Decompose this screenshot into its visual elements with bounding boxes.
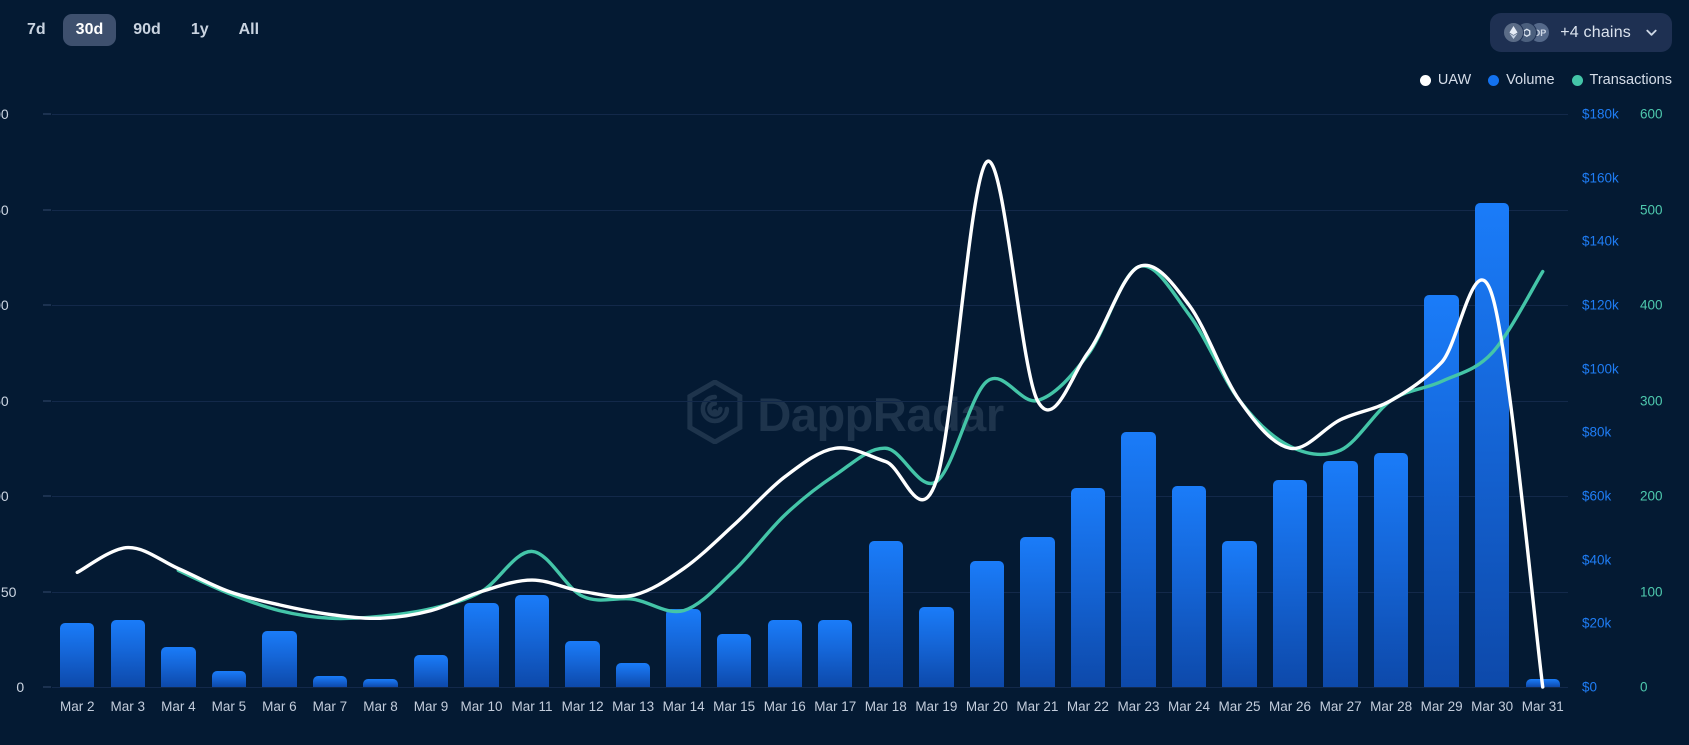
x-axis-tick-label: Mar 13: [612, 699, 655, 714]
y-axis-left-tick-mark: [43, 591, 51, 592]
transactions-line[interactable]: [176, 264, 1545, 621]
period-button-90d[interactable]: 90d: [120, 14, 174, 46]
y-axis-volume-tick-label: $180k: [1582, 106, 1619, 122]
x-axis-tick-label: Mar 23: [1117, 699, 1160, 714]
x-axis-tick-label: Mar 27: [1319, 699, 1362, 714]
x-axis-tick-label: Mar 8: [363, 699, 398, 714]
x-axis-tick-label: Mar 2: [60, 699, 95, 714]
chart-legend: UAW Volume Transactions: [1419, 72, 1672, 88]
x-axis-tick-label: Mar 14: [662, 699, 705, 714]
x-axis-tick-label: Mar 25: [1218, 699, 1261, 714]
y-axis-left-tick-label: 150: [0, 392, 9, 409]
y-axis-left-tick-mark: [43, 209, 51, 210]
x-axis-tick-label: Mar 10: [460, 699, 503, 714]
y-axis-left-tick-label: 300: [0, 106, 9, 122]
y-axis-transactions-tick-label: 400: [1640, 297, 1663, 313]
x-axis-tick-label: Mar 15: [713, 699, 756, 714]
legend-dot-uaw: [1419, 74, 1431, 86]
chain-selector-label: +4 chains: [1560, 23, 1631, 41]
legend-item-transactions[interactable]: Transactions: [1571, 72, 1672, 88]
chart-plot: 0 50 100 150 200 250 300 $0 $20k $40k $60k $80k $100…: [0, 106, 1663, 714]
x-axis-tick-label: Mar 19: [915, 699, 958, 714]
chart-gridline: [52, 687, 1568, 688]
y-axis-left-tick-label: 100: [0, 488, 9, 504]
y-axis-left-tick-label: 0: [16, 679, 25, 695]
legend-label-uaw: UAW: [1437, 72, 1472, 88]
period-selector: 7d 30d 90d 1y All: [14, 14, 272, 46]
y-axis-volume-tick-label: $140k: [1582, 233, 1619, 249]
legend-item-uaw[interactable]: UAW: [1419, 72, 1472, 88]
x-axis-tick-label: Mar 11: [511, 699, 553, 714]
y-axis-transactions-tick-label: 100: [1640, 584, 1663, 599]
y-axis-volume-tick-label: $120k: [1582, 297, 1619, 313]
y-axis-left-tick-label: 200: [0, 297, 9, 313]
chart-toolbar: 7d 30d 90d 1y All OP +4 chains: [0, 0, 1689, 66]
x-axis-tick-label: Mar 12: [561, 699, 604, 714]
x-axis-tick-label: Mar 31: [1521, 699, 1564, 714]
chart-line-layer: [75, 160, 1545, 689]
y-axis-volume-tick-label: $160k: [1582, 170, 1619, 186]
y-axis-transactions-tick-label: 500: [1640, 202, 1663, 217]
chevron-down-icon: [1645, 26, 1658, 39]
x-axis-tick-label: Mar 18: [864, 699, 907, 714]
x-axis-tick-label: Mar 3: [110, 699, 146, 714]
period-button-30d[interactable]: 30d: [62, 14, 117, 46]
y-axis-volume-tick-label: $40k: [1582, 552, 1612, 568]
y-axis-volume-tick-label: $0: [1582, 679, 1598, 695]
uaw-line[interactable]: [75, 160, 1545, 689]
chain-selector-dropdown[interactable]: OP +4 chains: [1490, 13, 1672, 52]
chain-icon-group: OP: [1503, 22, 1551, 43]
y-axis-left-tick-mark: [43, 304, 51, 306]
y-axis-volume-tick-label: $80k: [1582, 424, 1612, 440]
x-axis-tick-label: Mar 6: [262, 699, 297, 714]
x-axis-tick-label: Mar 20: [965, 699, 1008, 714]
legend-label-transactions: Transactions: [1589, 72, 1672, 88]
period-button-1y[interactable]: 1y: [178, 14, 222, 46]
y-axis-transactions-tick-label: 200: [1640, 488, 1663, 504]
y-axis-volume-tick-label: $60k: [1582, 488, 1612, 504]
y-axis-transactions-tick-label: 0: [1640, 679, 1648, 695]
x-axis-tick-label: Mar 26: [1269, 699, 1312, 714]
legend-dot-volume: [1488, 74, 1500, 86]
x-axis-tick-label: Mar 5: [211, 699, 247, 714]
y-axis-left-tick-label: 250: [0, 201, 9, 218]
x-axis-tick-label: Mar 24: [1167, 699, 1211, 714]
x-axis-tick-label: Mar 28: [1370, 699, 1413, 714]
x-axis-tick-label: Mar 9: [413, 699, 449, 714]
y-axis-volume-tick-label: $100k: [1582, 361, 1619, 377]
x-axis-tick-label: Mar 21: [1016, 699, 1059, 714]
y-axis-transactions-tick-label: 600: [1640, 106, 1663, 122]
period-button-7d[interactable]: 7d: [14, 14, 59, 46]
y-axis-volume-tick-label: $20k: [1582, 615, 1612, 631]
y-axis-left-tick-mark: [43, 400, 51, 401]
chart-area: DappRadar 050100150200250300$0$20k$40k$6…: [0, 96, 1689, 745]
y-axis-transactions-tick-label: 300: [1640, 393, 1663, 408]
y-axis-left-tick-mark: [43, 686, 51, 688]
x-axis-tick-label: Mar 17: [814, 699, 857, 714]
y-axis-left-tick-mark: [43, 113, 51, 115]
legend-item-volume[interactable]: Volume: [1488, 72, 1555, 88]
period-button-all[interactable]: All: [226, 14, 272, 46]
legend-dot-transactions: [1571, 74, 1583, 86]
legend-label-volume: Volume: [1506, 72, 1555, 88]
y-axis-left-tick-label: 50: [0, 583, 17, 600]
x-axis-tick-label: Mar 7: [312, 699, 348, 714]
x-axis-tick-label: Mar 30: [1471, 699, 1514, 714]
x-axis-tick-label: Mar 4: [161, 699, 196, 714]
x-axis-tick-label: Mar 22: [1066, 699, 1109, 714]
x-axis-tick-label: Mar 16: [763, 699, 806, 714]
x-axis-tick-label: Mar 29: [1420, 699, 1463, 714]
y-axis-left-tick-mark: [43, 495, 51, 497]
